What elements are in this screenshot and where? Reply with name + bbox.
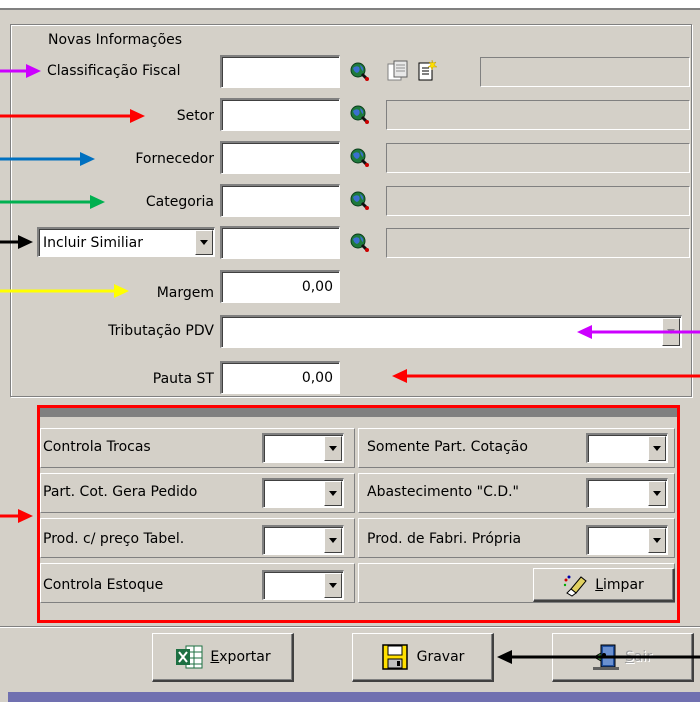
classificacao-fiscal-description <box>480 57 690 87</box>
tributacao-pdv-label: Tributação PDV <box>108 323 214 339</box>
search-globe-icon[interactable] <box>350 233 370 253</box>
prod-fabri-propria-select[interactable] <box>586 525 668 555</box>
save-button[interactable]: Gravar <box>352 633 494 682</box>
bottom-separator <box>0 626 700 628</box>
prod-fabri-propria-label: Prod. de Fabri. Própria <box>367 531 522 547</box>
fornecedor-input[interactable] <box>220 141 340 174</box>
controla-trocas-label: Controla Trocas <box>43 439 151 455</box>
search-globe-icon[interactable] <box>350 62 370 82</box>
exit-button-label: Sair <box>624 649 653 665</box>
prod-preco-tabel-select[interactable] <box>262 525 344 555</box>
dropdown-arrow-icon[interactable] <box>324 573 342 598</box>
categoria-input[interactable] <box>220 184 340 217</box>
abastecimento-cd-label: Abastecimento "C.D." <box>367 484 519 500</box>
excel-icon <box>176 645 203 669</box>
classificacao-fiscal-label: Classificação Fiscal <box>47 63 181 79</box>
dropdown-arrow-icon[interactable] <box>195 230 213 255</box>
dropdown-arrow-icon[interactable] <box>648 528 666 553</box>
margem-label: Margem <box>156 285 214 301</box>
prod-preco-tabel-label: Prod. c/ preço Tabel. <box>43 531 185 547</box>
somente-part-cotacao-select[interactable] <box>586 433 668 463</box>
part-cot-gera-pedido-label: Part. Cot. Gera Pedido <box>43 484 198 500</box>
controla-trocas-select[interactable] <box>262 433 344 463</box>
exit-door-icon <box>592 644 619 670</box>
new-document-icon[interactable] <box>415 59 439 83</box>
groupbox-title: Novas Informações <box>44 31 187 49</box>
search-globe-icon[interactable] <box>350 148 370 168</box>
similar-combo[interactable]: Incluir Similiar <box>37 227 215 257</box>
dropdown-arrow-icon[interactable] <box>324 528 342 553</box>
save-button-label: Gravar <box>416 649 465 665</box>
categoria-label: Categoria <box>145 194 214 210</box>
document-copy-icon[interactable] <box>386 59 410 83</box>
similar-input[interactable] <box>220 226 340 259</box>
fornecedor-label: Fornecedor <box>135 151 214 167</box>
dropdown-arrow-icon[interactable] <box>324 481 342 506</box>
window-bottom-bar <box>8 692 700 702</box>
controla-estoque-select[interactable] <box>262 570 344 600</box>
form-window: Novas Informações Classificação Fiscal S… <box>0 0 700 702</box>
categoria-description <box>386 186 690 216</box>
search-globe-icon[interactable] <box>350 105 370 125</box>
dropdown-arrow-icon[interactable] <box>662 318 680 346</box>
dropdown-arrow-icon[interactable] <box>324 436 342 461</box>
export-button[interactable]: Exportar <box>152 633 294 682</box>
setor-input[interactable] <box>220 98 340 131</box>
abastecimento-cd-select[interactable] <box>586 478 668 508</box>
setor-description <box>386 100 690 130</box>
floppy-disk-icon <box>381 644 408 670</box>
eraser-icon <box>564 575 587 597</box>
classificacao-fiscal-input[interactable] <box>220 55 340 88</box>
dropdown-arrow-icon[interactable] <box>648 481 666 506</box>
exit-button[interactable]: Sair <box>552 633 694 682</box>
top-strip-shadow <box>0 8 700 10</box>
part-cot-gera-pedido-select[interactable] <box>262 478 344 508</box>
margem-input[interactable]: 0,00 <box>220 270 340 303</box>
clear-button[interactable]: Limpar <box>533 568 675 602</box>
export-button-label: Exportar <box>210 649 271 665</box>
options-panel-header <box>40 408 677 417</box>
search-globe-icon[interactable] <box>350 191 370 211</box>
controla-estoque-label: Controla Estoque <box>43 577 164 593</box>
somente-part-cotacao-label: Somente Part. Cotação <box>367 439 528 455</box>
annotation-arrow-red <box>0 509 33 523</box>
similar-description <box>386 228 690 258</box>
pauta-st-input[interactable]: 0,00 <box>220 361 340 394</box>
fornecedor-description <box>386 143 690 173</box>
clear-button-label: Limpar <box>595 576 644 593</box>
tributacao-pdv-combo[interactable] <box>220 315 682 348</box>
dropdown-arrow-icon[interactable] <box>648 436 666 461</box>
similar-combo-text: Incluir Similiar <box>43 235 143 251</box>
top-strip <box>0 0 700 8</box>
pauta-st-label: Pauta ST <box>152 371 214 387</box>
setor-label: Setor <box>176 108 214 124</box>
